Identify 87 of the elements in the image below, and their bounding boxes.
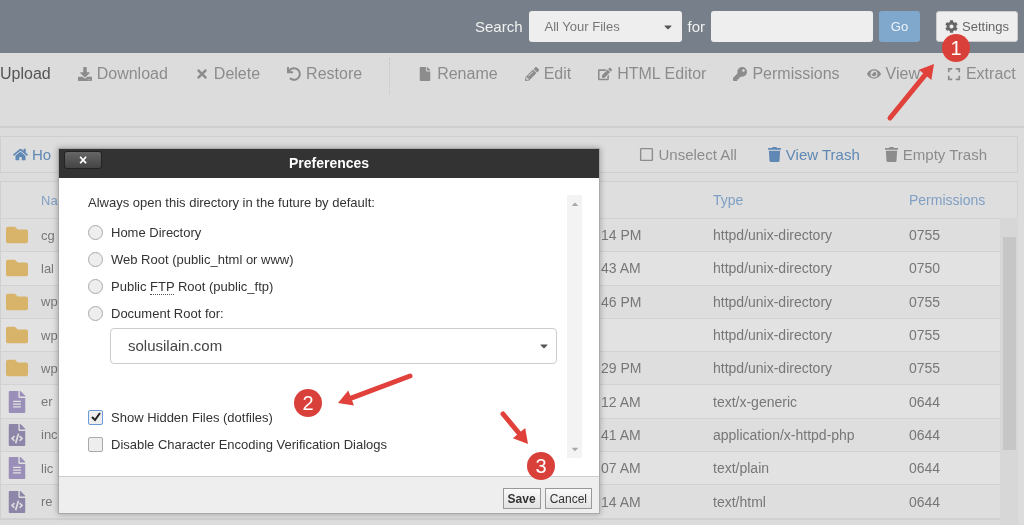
option-label: Show Hidden Files (dotfiles) bbox=[111, 409, 273, 425]
table-cell: text/x-generic bbox=[713, 393, 798, 410]
table-cell: 0644 bbox=[909, 426, 941, 443]
scrollbar[interactable] bbox=[1000, 218, 1018, 525]
go-button[interactable]: Go bbox=[879, 11, 920, 42]
domain-dropdown[interactable]: solusilain.com bbox=[110, 327, 557, 364]
column-header[interactable]: Na bbox=[41, 192, 58, 208]
download-icon bbox=[77, 67, 92, 81]
document-icon bbox=[6, 457, 28, 480]
arrow bbox=[887, 64, 934, 121]
close-icon bbox=[194, 67, 209, 81]
radio-button[interactable] bbox=[88, 305, 103, 321]
dialog-title: Preferences bbox=[288, 155, 370, 172]
table-cell: 0755 bbox=[909, 360, 941, 377]
table-cell: 0644 bbox=[909, 393, 941, 410]
table-cell: inc bbox=[41, 427, 58, 443]
table-cell: wp bbox=[41, 327, 58, 343]
option-label: Document Root for: bbox=[111, 305, 224, 321]
search-label: Search bbox=[474, 18, 523, 35]
table-cell: re bbox=[41, 494, 53, 509]
table-cell: lic bbox=[41, 460, 54, 476]
settings-icon bbox=[945, 20, 958, 33]
column-header[interactable]: Permissions bbox=[909, 192, 986, 208]
save-button[interactable]: Save bbox=[502, 488, 541, 510]
code-file-icon bbox=[6, 423, 28, 446]
option-label: Home Directory bbox=[111, 224, 202, 240]
table-cell: 0755 bbox=[909, 227, 941, 244]
table-cell: 14 AM bbox=[601, 493, 641, 510]
close-button[interactable]: × bbox=[64, 151, 102, 169]
pencil-icon bbox=[524, 67, 539, 81]
table-cell: httpd/unix-directory bbox=[713, 293, 833, 310]
expand-icon bbox=[946, 67, 961, 81]
scrollbar[interactable] bbox=[567, 194, 582, 458]
toolbar-button[interactable]: Upload bbox=[0, 64, 51, 84]
code-file-icon bbox=[6, 490, 28, 513]
home-link[interactable]: Ho bbox=[13, 146, 52, 163]
document-icon bbox=[6, 390, 28, 413]
step-badge: 1 bbox=[942, 34, 970, 62]
table-cell: text/html bbox=[713, 493, 766, 510]
table-cell: httpd/unix-directory bbox=[713, 260, 833, 277]
table-cell: er bbox=[41, 394, 53, 410]
table-cell: httpd/unix-directory bbox=[713, 327, 833, 344]
table-cell: 0750 bbox=[909, 260, 941, 277]
option-label: Disable Character Encoding Verification Dialogs bbox=[111, 436, 388, 452]
table-cell: 14 PM bbox=[601, 227, 642, 244]
table-cell: 0644 bbox=[909, 460, 941, 477]
cancel-button[interactable]: Cancel bbox=[544, 488, 592, 510]
toolbar-button[interactable]: View Trash bbox=[766, 146, 860, 163]
option-label: Web Root (public_html or www) bbox=[111, 251, 294, 267]
trash-icon bbox=[766, 147, 782, 162]
column-header[interactable]: Type bbox=[713, 192, 744, 208]
table-cell: wp bbox=[41, 294, 58, 310]
radio-button[interactable] bbox=[88, 224, 103, 240]
table-cell: cg bbox=[41, 227, 55, 243]
table-cell: text/plain bbox=[713, 460, 770, 477]
table-cell: httpd/unix-directory bbox=[713, 360, 833, 377]
table-cell: 43 AM bbox=[601, 260, 641, 277]
settings-button[interactable]: Settings bbox=[936, 11, 1018, 42]
radio-button[interactable] bbox=[88, 278, 103, 294]
table-cell: 46 PM bbox=[601, 293, 642, 310]
table-cell: application/x-httpd-php bbox=[713, 426, 855, 443]
arrow bbox=[500, 411, 528, 444]
key-icon bbox=[733, 67, 748, 81]
checkbox[interactable] bbox=[88, 436, 103, 452]
table-cell: 07 AM bbox=[601, 460, 641, 477]
home-icon bbox=[13, 147, 28, 162]
radio-button[interactable] bbox=[88, 251, 103, 267]
trash-icon bbox=[883, 147, 899, 162]
intro-text: Always open this directory in the future by default: bbox=[88, 194, 376, 210]
search-field[interactable] bbox=[711, 11, 873, 42]
table-cell: 29 PM bbox=[601, 360, 642, 377]
for-label: for bbox=[687, 18, 705, 35]
file-icon bbox=[418, 67, 433, 81]
table-cell: 0644 bbox=[909, 493, 941, 510]
table-cell: 12 AM bbox=[601, 393, 641, 410]
checkbox[interactable] bbox=[88, 409, 103, 425]
option-label: Public FTP Root (public_ftp) bbox=[111, 278, 274, 294]
table-cell: 41 AM bbox=[601, 426, 641, 443]
eye-icon bbox=[866, 67, 881, 81]
table-cell: 0755 bbox=[909, 327, 941, 344]
edit-icon bbox=[598, 67, 613, 81]
table-cell: lal bbox=[41, 260, 54, 276]
table-cell: 0755 bbox=[909, 293, 941, 310]
undo-icon bbox=[287, 67, 302, 81]
table-cell: wp bbox=[41, 360, 58, 376]
table-cell: httpd/unix-directory bbox=[713, 227, 833, 244]
scope-dropdown[interactable]: All Your Files bbox=[528, 11, 682, 42]
